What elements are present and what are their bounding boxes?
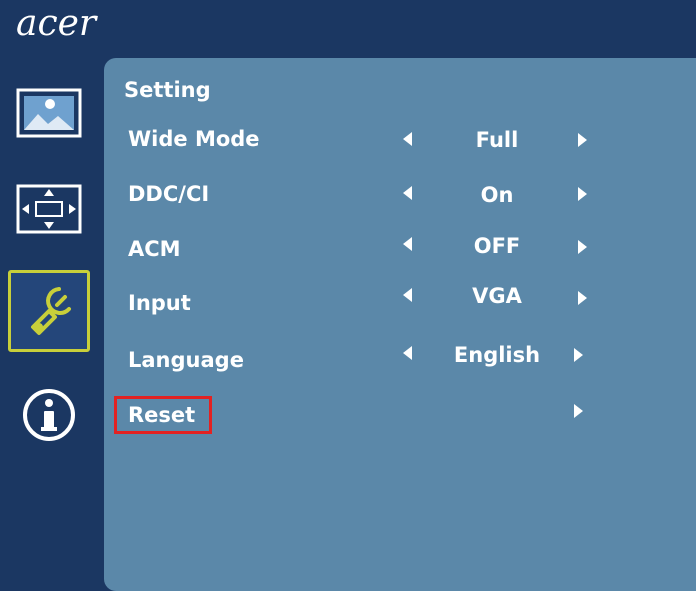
osd-sidebar [0,58,100,591]
acm-value: OFF [473,234,521,258]
language-value: English [453,343,541,367]
osd-window: acer Setting Wide Mode Full DDC/CI On AC… [0,0,696,591]
input-left-arrow-icon[interactable] [403,288,412,302]
acer-logo: acer [16,3,97,44]
ddc-ci-right-arrow-icon[interactable] [578,187,587,201]
tab-setting[interactable] [8,270,90,352]
input-label[interactable]: Input [128,290,191,316]
reset-label[interactable]: Reset [128,402,195,428]
reset-right-arrow-icon[interactable] [574,404,583,418]
tab-picture[interactable] [8,72,90,154]
position-icon [16,184,82,234]
tab-position[interactable] [8,168,90,250]
section-title: Setting [124,78,211,102]
acm-left-arrow-icon[interactable] [403,237,412,251]
wide-mode-right-arrow-icon[interactable] [578,133,587,147]
setting-wrench-icon [31,287,71,335]
tab-information[interactable] [8,374,90,456]
ddc-ci-label[interactable]: DDC/CI [128,181,209,207]
wide-mode-value: Full [475,128,519,152]
input-right-arrow-icon[interactable] [578,291,587,305]
wide-mode-label[interactable]: Wide Mode [128,126,260,152]
picture-icon [16,88,82,138]
language-label[interactable]: Language [128,347,244,373]
language-right-arrow-icon[interactable] [574,348,583,362]
ddc-ci-left-arrow-icon[interactable] [403,186,412,200]
language-left-arrow-icon[interactable] [403,346,412,360]
acm-label[interactable]: ACM [128,236,181,262]
wide-mode-left-arrow-icon[interactable] [403,132,412,146]
information-icon [23,389,75,441]
ddc-ci-value: On [480,183,514,207]
acm-right-arrow-icon[interactable] [578,240,587,254]
input-value: VGA [472,284,522,308]
